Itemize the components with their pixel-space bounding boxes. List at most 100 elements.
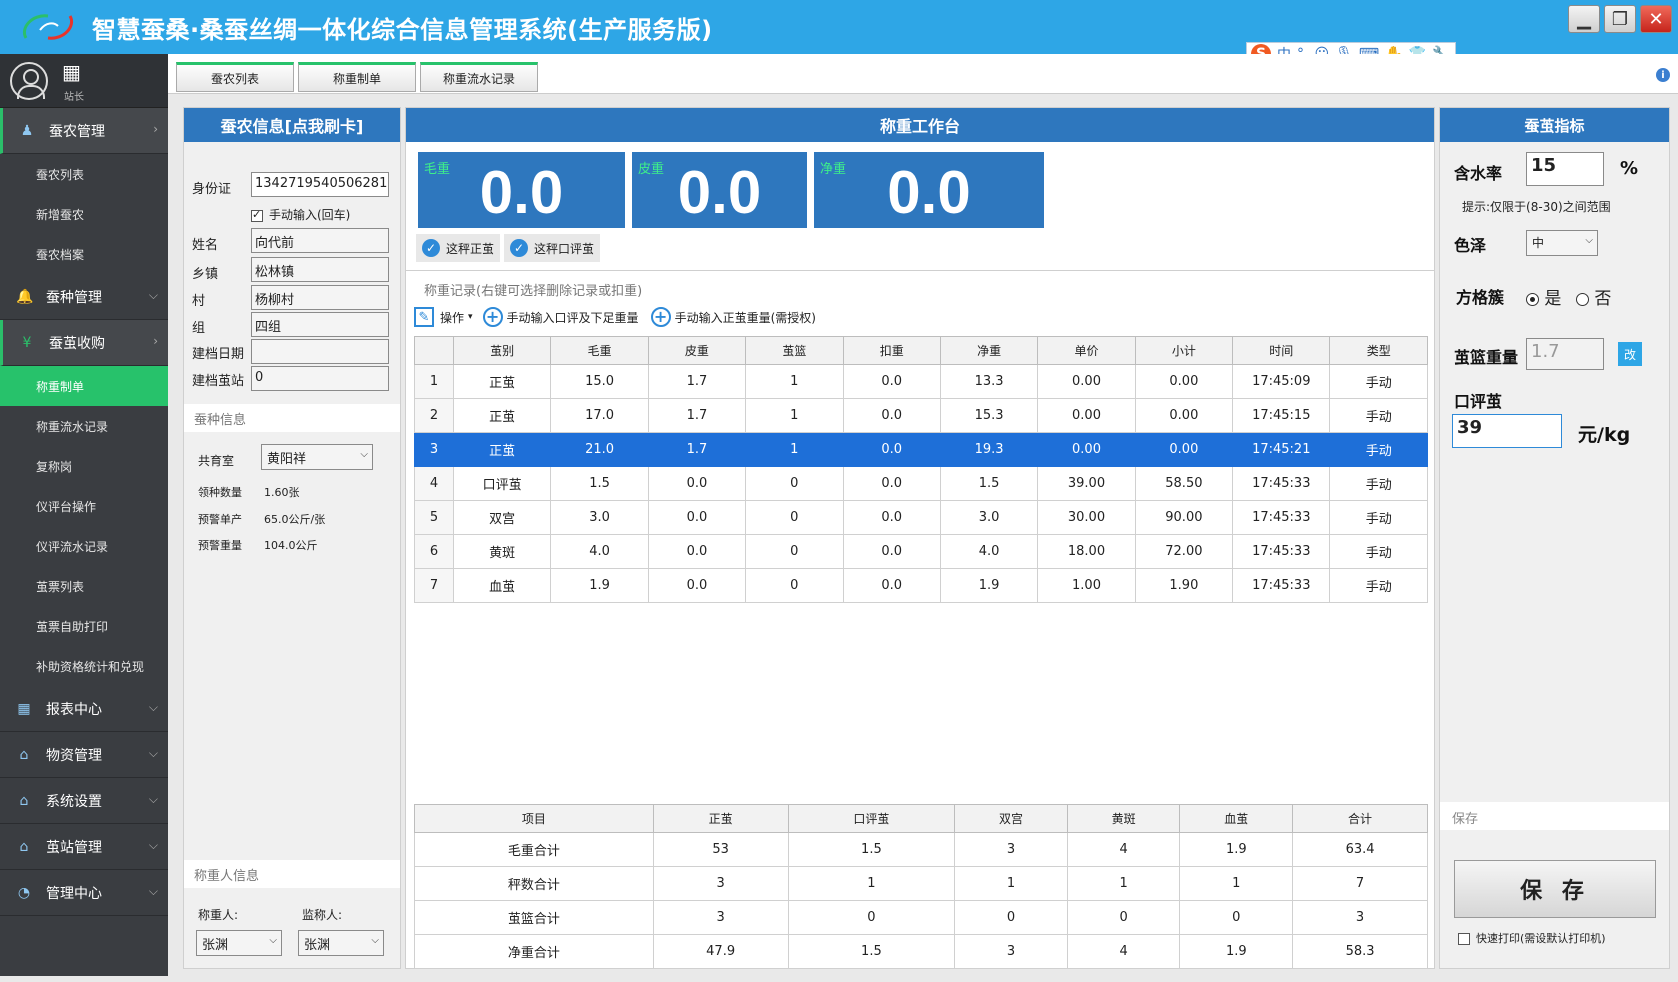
color-select[interactable]: 中 ⌵	[1526, 230, 1598, 256]
group-field[interactable]: 四组	[251, 312, 389, 337]
room-select[interactable]: 黄阳祥 ⌵	[261, 444, 373, 470]
sidebar-item[interactable]: 仪评台操作	[0, 486, 168, 526]
town-field[interactable]: 松林镇	[251, 257, 389, 282]
manual-eval-button[interactable]: 手动输入口评及下足重量	[507, 309, 639, 326]
checkbox-icon[interactable]	[251, 208, 263, 222]
group-label: 组	[192, 321, 206, 336]
basket-weight-input[interactable]: 1.7	[1526, 338, 1604, 370]
sidebar-item[interactable]: 仪评流水记录	[0, 526, 168, 566]
normal-cocoon-label: 这秤正茧	[446, 241, 495, 256]
add-icon[interactable]: +	[482, 307, 503, 327]
restore-button[interactable]: ❐	[1604, 5, 1636, 33]
table-row[interactable]: 5 双宫 3.0 0.0 0 0.0 3.0 30.00 90.00 17:45:33 手动	[414, 500, 1428, 535]
radio-icon[interactable]	[1576, 292, 1589, 306]
minimize-button[interactable]: ▁	[1568, 5, 1600, 33]
sidebar-group-1[interactable]: 🔔 蚕种管理 ⌵	[0, 274, 168, 320]
farmer-header[interactable]: 蚕农信息[点我刷卡]	[184, 108, 400, 142]
id-input[interactable]: 13427195405062814	[251, 172, 389, 197]
manual-input-checkbox[interactable]: 手动输入(回车)	[251, 206, 350, 223]
column-header[interactable]: 单价	[1037, 336, 1136, 365]
summary-cell: 0	[954, 900, 1068, 935]
summary-cell: 3	[652, 900, 789, 935]
sidebar-item[interactable]: 新增蚕农	[0, 194, 168, 234]
eval-cocoon-toggle[interactable]: ✓ 这秤口评茧	[504, 234, 601, 262]
table-row[interactable]: 7 血茧 1.9 0.0 0 0.0 1.9 1.00 1.90 17:45:33 手动	[414, 568, 1428, 603]
tab-farmer-list[interactable]: 蚕农列表	[176, 62, 294, 92]
check-icon: ✓	[422, 239, 440, 257]
table-cell: 手动	[1329, 534, 1428, 569]
archive-station-field[interactable]: 0	[251, 366, 389, 391]
grid-no-radio[interactable]: 否	[1576, 284, 1611, 309]
add-icon[interactable]: +	[650, 307, 671, 327]
sidebar-group-3[interactable]: ▦ 报表中心 ⌵	[0, 686, 168, 732]
sidebar-group-2[interactable]: ¥ 蚕茧收购 ›	[0, 320, 168, 366]
grid-yes-radio[interactable]: 是	[1526, 284, 1561, 309]
save-button[interactable]: 保 存	[1454, 860, 1656, 918]
tab-weighing[interactable]: 称重制单	[298, 62, 416, 92]
weigher-select[interactable]: 张渊 ⌵	[196, 930, 282, 956]
avatar[interactable]	[10, 62, 48, 100]
dropdown-arrow-icon[interactable]: ▾	[468, 312, 473, 322]
room-value: 黄阳祥	[267, 452, 307, 467]
row-number: 2	[414, 398, 454, 433]
sidebar-item[interactable]: 补助资格统计和兑现	[0, 646, 168, 686]
edit-icon[interactable]: ✎	[414, 307, 434, 327]
sidebar-group-5[interactable]: ⌂ 系统设置 ⌵	[0, 778, 168, 824]
sidebar-group-6[interactable]: ⌂ 茧站管理 ⌵	[0, 824, 168, 870]
sidebar-item[interactable]: 称重流水记录	[0, 406, 168, 446]
table-row[interactable]: 1 正茧 15.0 1.7 1 0.0 13.3 0.00 0.00 17:45:09 手动	[414, 364, 1428, 399]
net-value: 0.0	[887, 159, 971, 226]
tab-bar: 蚕农列表 称重制单 称重流水记录 i	[168, 54, 1678, 94]
archive-date-field[interactable]	[251, 339, 389, 364]
column-header[interactable]: 扣重	[842, 336, 941, 365]
column-header[interactable]: 小计	[1134, 336, 1234, 365]
village-field[interactable]: 杨柳村	[251, 285, 389, 310]
sidebar-group-7[interactable]: ◔ 管理中心 ⌵	[0, 870, 168, 916]
change-basket-button[interactable]: 改	[1618, 342, 1642, 366]
name-label: 姓名	[192, 238, 219, 253]
quick-print-checkbox[interactable]: 快速打印(需设默认打印机)	[1458, 930, 1606, 946]
table-row[interactable]: 3 正茧 21.0 1.7 1 0.0 19.3 0.00 0.00 17:45:21 手动	[414, 432, 1428, 467]
sidebar-item[interactable]: 茧票列表	[0, 566, 168, 606]
sidebar-item[interactable]: 蚕农列表	[0, 154, 168, 194]
house-icon: ⌂	[19, 838, 29, 855]
net-weight-display: 净重 0.0	[814, 152, 1044, 228]
chevron-down-icon: ⌵	[148, 838, 158, 852]
sidebar-group-4[interactable]: ⌂ 物资管理 ⌵	[0, 732, 168, 778]
column-header[interactable]	[414, 336, 454, 365]
column-header[interactable]: 毛重	[550, 336, 649, 365]
column-header[interactable]: 净重	[939, 336, 1039, 365]
table-row[interactable]: 2 正茧 17.0 1.7 1 0.0 15.3 0.00 0.00 17:45:15 手动	[414, 398, 1428, 433]
table-cell: 0.00	[1037, 364, 1136, 399]
sidebar-item[interactable]: 茧票自助打印	[0, 606, 168, 646]
column-header[interactable]: 茧别	[452, 336, 552, 365]
sidebar-item[interactable]: 称重制单	[0, 366, 168, 406]
manual-normal-button[interactable]: 手动输入正茧重量(需授权)	[675, 309, 816, 326]
table-row[interactable]: 4 口评茧 1.5 0.0 0 0.0 1.5 39.00 58.50 17:45:33 手动	[414, 466, 1428, 501]
moisture-input[interactable]: 15	[1526, 152, 1604, 186]
name-field[interactable]: 向代前	[251, 228, 389, 253]
table-cell: 1.9	[550, 568, 649, 603]
column-header[interactable]: 茧篮	[745, 336, 844, 365]
table-cell: 黄斑	[452, 534, 552, 569]
column-header[interactable]: 类型	[1329, 336, 1428, 365]
summary-cell: 茧篮合计	[414, 900, 654, 935]
normal-cocoon-toggle[interactable]: ✓ 这秤正茧	[416, 234, 501, 262]
table-row[interactable]: 6 黄斑 4.0 0.0 0 0.0 4.0 18.00 72.00 17:45:33 手动	[414, 534, 1428, 569]
sidebar-group-0[interactable]: ♟ 蚕农管理 ›	[0, 108, 168, 154]
table-cell: 1	[745, 432, 844, 467]
monitor-select[interactable]: 张渊 ⌵	[298, 930, 384, 956]
sidebar-item[interactable]: 复称岗	[0, 446, 168, 486]
summary-column-header: 血茧	[1179, 804, 1294, 833]
column-header[interactable]: 时间	[1232, 336, 1331, 365]
tab-weighing-log[interactable]: 称重流水记录	[420, 62, 538, 92]
info-icon[interactable]: i	[1656, 68, 1670, 82]
close-button[interactable]: ✕	[1640, 5, 1672, 33]
column-header[interactable]: 皮重	[647, 336, 747, 365]
radio-icon[interactable]	[1526, 292, 1539, 306]
sidebar-item[interactable]: 蚕农档案	[0, 234, 168, 274]
checkbox-icon[interactable]	[1458, 933, 1470, 945]
summary-cell: 1.5	[787, 934, 956, 969]
eval-price-input[interactable]: 39	[1452, 414, 1562, 448]
operation-menu[interactable]: 操作	[440, 309, 464, 326]
